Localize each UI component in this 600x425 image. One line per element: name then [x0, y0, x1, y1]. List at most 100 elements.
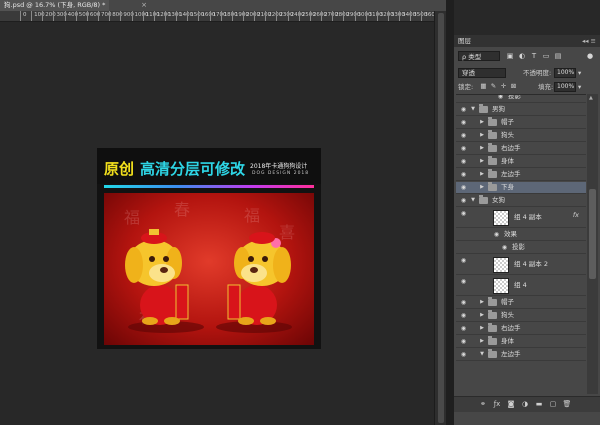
- layer-list[interactable]: ◉ 投影 ◉ ▼ 男狗 ◉ ▶ 帽子 ◉ ▶ 狗头 ◉ ▶ 右边手 ◉ ▶ 身体 ◉ ▶ 左边手 ◉ ▶ 下身 ◉ ▼ 女狗 ◉ fx…: [456, 94, 586, 395]
- layer-name: 组 4 副本: [514, 213, 542, 221]
- fx-icon[interactable]: ƒx: [492, 399, 502, 409]
- expand-arrow-icon[interactable]: ▶: [479, 144, 485, 153]
- expand-arrow-icon[interactable]: ▶: [479, 337, 485, 346]
- visibility-eye-icon[interactable]: ◉: [459, 105, 468, 114]
- layer-row[interactable]: ◉ ▶ 身体: [456, 336, 586, 348]
- layer-row[interactable]: ◉ ▶ 帽子: [456, 297, 586, 309]
- visibility-eye-icon[interactable]: ◉: [459, 157, 468, 166]
- expand-arrow-icon[interactable]: ▶: [479, 170, 485, 179]
- document-canvas[interactable]: 原创 高清分层可修改 2018年卡通狗狗设计 DOG DESIGN 2018 福…: [97, 148, 321, 349]
- effect-eye-icon[interactable]: ◉: [500, 243, 509, 252]
- collapse-arrow-icon[interactable]: ▼: [470, 196, 476, 205]
- trash-icon[interactable]: 🗑: [562, 399, 572, 409]
- panel-menu-icon[interactable]: ◂◂ ≡: [582, 35, 596, 47]
- layer-row[interactable]: ◉ ▶ 狗头: [456, 130, 586, 142]
- ruler-tick-label: 0: [23, 12, 27, 18]
- ruler-tick: 1200: [153, 11, 171, 21]
- layer-row[interactable]: ◉ ▼ 男狗: [456, 104, 586, 116]
- layer-row[interactable]: ◉ ▶ 帽子: [456, 117, 586, 129]
- visibility-eye-icon[interactable]: ◉: [459, 183, 468, 192]
- layer-row[interactable]: ◉ ▼ 女狗: [456, 195, 586, 207]
- layer-row[interactable]: ◉ 组 4 副本 2: [456, 255, 586, 275]
- expand-arrow-icon[interactable]: ▶: [479, 298, 485, 307]
- layer-row[interactable]: ◉ fx 组 4 副本: [456, 208, 586, 228]
- layer-scroll-thumb[interactable]: [589, 189, 596, 279]
- lock-transparency-icon[interactable]: ▦: [480, 82, 487, 91]
- blend-mode-select[interactable]: 穿透: [458, 68, 506, 78]
- expand-arrow-icon[interactable]: ▶: [479, 157, 485, 166]
- visibility-eye-icon[interactable]: ◉: [459, 209, 468, 218]
- image-filter-icon[interactable]: ▣: [506, 52, 514, 60]
- visibility-eye-icon[interactable]: ◉: [459, 118, 468, 127]
- layer-row[interactable]: ◉ 投影: [456, 95, 586, 103]
- layer-row[interactable]: ◉ ▶ 身体: [456, 156, 586, 168]
- layer-name: 左边手: [501, 350, 521, 358]
- type-filter-icon[interactable]: T: [530, 52, 538, 60]
- ruler-tick: 1500: [187, 11, 204, 21]
- visibility-eye-icon[interactable]: ◉: [459, 324, 468, 333]
- expand-arrow-icon[interactable]: ▶: [479, 311, 485, 320]
- visibility-eye-icon[interactable]: ◉: [459, 131, 468, 140]
- layers-tab[interactable]: 图层: [458, 35, 471, 47]
- fx-badge-icon[interactable]: fx: [573, 211, 579, 219]
- layer-row[interactable]: ◉ ▼ 左边手: [456, 349, 586, 361]
- visibility-eye-icon[interactable]: ◉: [459, 256, 468, 265]
- ruler-tick: 3500: [410, 11, 427, 21]
- artwork-subtitle: 2018年卡通狗狗设计: [250, 163, 308, 170]
- opacity-dropdown-icon[interactable]: ▾: [578, 68, 581, 78]
- canvas-scroll-thumb[interactable]: [438, 13, 444, 423]
- lock-pixels-icon[interactable]: ✎: [490, 82, 497, 91]
- fill-dropdown-icon[interactable]: ▾: [578, 82, 581, 92]
- mask-icon[interactable]: ◙: [506, 399, 516, 409]
- adjust-filter-icon[interactable]: ◐: [518, 52, 526, 60]
- fill-input[interactable]: 100%: [554, 82, 576, 92]
- layer-row[interactable]: ◉ ▶ 右边手: [456, 143, 586, 155]
- ruler-tick: 1300: [164, 11, 182, 21]
- layer-row[interactable]: ◉ 效果: [456, 229, 586, 241]
- visibility-eye-icon[interactable]: ◉: [459, 298, 468, 307]
- expand-arrow-icon[interactable]: ▶: [479, 324, 485, 333]
- opacity-input[interactable]: 100%: [554, 68, 576, 78]
- effect-eye-icon[interactable]: ◉: [496, 95, 505, 101]
- visibility-eye-icon[interactable]: ◉: [459, 337, 468, 346]
- layer-row[interactable]: ◉ ▶ 下身: [456, 182, 586, 194]
- layer-row[interactable]: ◉ ▶ 狗头: [456, 310, 586, 322]
- collapse-arrow-icon[interactable]: ▼: [470, 105, 476, 114]
- toggle-filter-icon[interactable]: ●: [586, 52, 594, 60]
- scroll-up-icon[interactable]: ▲: [589, 95, 593, 101]
- visibility-eye-icon[interactable]: ◉: [459, 170, 468, 179]
- effect-eye-icon[interactable]: ◉: [492, 230, 501, 239]
- expand-arrow-icon[interactable]: ▶: [479, 131, 485, 140]
- visibility-eye-icon[interactable]: ◉: [459, 144, 468, 153]
- headline-original: 原创: [104, 160, 135, 178]
- ruler-tick: 1800: [220, 11, 238, 21]
- adjustment-icon[interactable]: ◑: [520, 399, 530, 409]
- visibility-eye-icon[interactable]: ◉: [459, 196, 468, 205]
- artwork-subtitle-en: DOG DESIGN 2018: [252, 171, 310, 176]
- document-tab[interactable]: 狗.psd @ 16.7% (下身, RGB/8) *: [0, 0, 110, 11]
- lock-all-icon[interactable]: ⊠: [510, 82, 517, 91]
- layer-row[interactable]: ◉ 组 4: [456, 276, 586, 296]
- layer-list-scrollbar[interactable]: ▲: [587, 94, 598, 394]
- lock-position-icon[interactable]: ✛: [500, 82, 507, 91]
- layer-name: 狗头: [501, 311, 514, 319]
- new-layer-icon[interactable]: ▢: [548, 399, 558, 409]
- visibility-eye-icon[interactable]: ◉: [459, 311, 468, 320]
- folder-icon[interactable]: ▬: [534, 399, 544, 409]
- folder-icon: [479, 195, 488, 204]
- expand-arrow-icon[interactable]: ▶: [479, 183, 485, 192]
- visibility-eye-icon[interactable]: ◉: [459, 277, 468, 286]
- expand-arrow-icon[interactable]: ▶: [479, 118, 485, 127]
- link-icon[interactable]: ⚭: [478, 399, 488, 409]
- layer-row[interactable]: ◉ ▶ 左边手: [456, 169, 586, 181]
- shape-filter-icon[interactable]: ▭: [542, 52, 550, 60]
- ruler-tick: 3600: [421, 11, 434, 21]
- layer-thumbnail: [493, 257, 509, 273]
- layer-row[interactable]: ◉ 投影: [456, 242, 586, 254]
- layer-filter-select[interactable]: ρ 类型: [458, 51, 500, 61]
- collapse-arrow-icon[interactable]: ▼: [479, 350, 485, 359]
- close-tab-icon[interactable]: ×: [140, 0, 148, 11]
- visibility-eye-icon[interactable]: ◉: [459, 350, 468, 359]
- layer-row[interactable]: ◉ ▶ 右边手: [456, 323, 586, 335]
- smart-filter-icon[interactable]: ▤: [554, 52, 562, 60]
